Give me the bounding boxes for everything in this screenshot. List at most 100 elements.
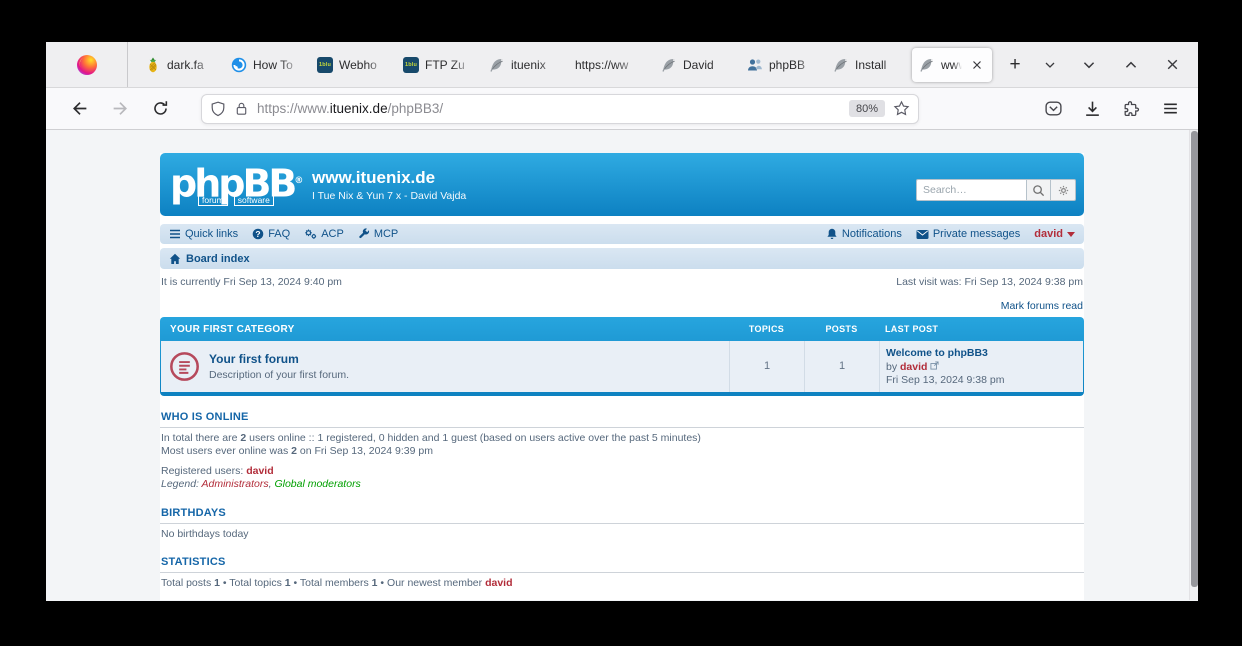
gear-icon xyxy=(1057,184,1070,197)
wrench-icon xyxy=(358,228,370,240)
pineapple-icon xyxy=(145,57,161,73)
lock-icon[interactable] xyxy=(234,101,249,116)
logo-text: phpBB xyxy=(170,162,294,206)
user-menu[interactable]: david xyxy=(1034,228,1075,240)
url-bar[interactable]: https://www.ituenix.de/phpBB3/ 80% xyxy=(201,94,919,124)
browser-window: dark.fa How To 1blu Webho 1blu FTP Zu xyxy=(46,42,1198,601)
1blu-icon: 1blu xyxy=(403,57,419,73)
acp-label: ACP xyxy=(321,228,344,240)
tab-ftp[interactable]: 1blu FTP Zu xyxy=(396,48,482,82)
tab-label: How To xyxy=(253,58,303,72)
phpbb-logo[interactable]: phpBB® forumsoftware xyxy=(170,163,300,206)
quick-links-label: Quick links xyxy=(185,228,238,240)
mcp-label: MCP xyxy=(374,228,398,240)
legend-administrators-link[interactable]: Administrators xyxy=(201,478,268,490)
tab-url[interactable]: https://ww xyxy=(568,48,654,82)
who-is-online-text: In total there are 2 users online :: 1 r… xyxy=(160,432,1084,459)
back-button[interactable] xyxy=(70,99,89,118)
url-text[interactable]: https://www.ituenix.de/phpBB3/ xyxy=(257,101,841,116)
extensions-puzzle-icon[interactable] xyxy=(1122,99,1141,118)
notifications-label: Notifications xyxy=(842,228,902,240)
category-title[interactable]: YOUR FIRST CATEGORY xyxy=(161,324,729,335)
acp-link[interactable]: ACP xyxy=(304,228,344,240)
new-tab-button[interactable]: + xyxy=(1000,50,1030,80)
mcp-link[interactable]: MCP xyxy=(358,228,398,240)
column-topics: TOPICS xyxy=(729,324,804,334)
gears-icon xyxy=(304,228,317,240)
tab-label: Webho xyxy=(339,58,389,72)
tab-label: https://ww xyxy=(575,58,647,72)
site-title: www.ituenix.de xyxy=(312,168,466,188)
forum-row: Your first forum Description of your fir… xyxy=(161,341,1083,392)
forum-description: Description of your first forum. xyxy=(209,369,349,381)
window-controls xyxy=(1081,57,1198,73)
tab-how-to[interactable]: How To xyxy=(224,48,310,82)
tab-label: phpBB xyxy=(769,58,819,72)
statistics-text: Total posts 1 • Total topics 1 • Total m… xyxy=(160,577,1084,591)
last-post-author-link[interactable]: david xyxy=(900,361,927,373)
envelope-icon xyxy=(916,229,929,240)
search-settings-button[interactable] xyxy=(1051,179,1076,201)
chevron-down-icon xyxy=(1067,232,1075,237)
tab-bar: dark.fa How To 1blu Webho 1blu FTP Zu xyxy=(46,42,1198,88)
list-all-tabs-button[interactable] xyxy=(1036,51,1064,79)
faq-label: FAQ xyxy=(268,228,290,240)
breadcrumb-bar: Board index xyxy=(160,248,1084,269)
tab-label: David xyxy=(683,58,733,72)
home-icon xyxy=(169,253,181,265)
forum-posts-count: 1 xyxy=(804,341,879,392)
private-messages-label: Private messages xyxy=(933,228,1020,240)
search-button[interactable] xyxy=(1026,179,1051,201)
search-input[interactable] xyxy=(916,179,1026,201)
tab-label: ituenix xyxy=(511,58,561,72)
newest-member-link[interactable]: david xyxy=(485,577,512,589)
private-messages-link[interactable]: Private messages xyxy=(916,228,1020,240)
quick-links-menu[interactable]: Quick links xyxy=(169,228,238,240)
breadcrumb-board-index[interactable]: Board index xyxy=(186,253,250,265)
faq-link[interactable]: ? FAQ xyxy=(252,228,290,240)
registered-user-link[interactable]: david xyxy=(246,465,273,477)
hamburger-menu-icon[interactable] xyxy=(1161,99,1180,118)
notifications-link[interactable]: Notifications xyxy=(826,228,902,240)
tab-webhosting[interactable]: 1blu Webho xyxy=(310,48,396,82)
zoom-level-badge[interactable]: 80% xyxy=(849,100,885,117)
scrollbar-thumb[interactable] xyxy=(1191,131,1198,587)
minimize-button[interactable] xyxy=(1081,57,1097,73)
navigation-toolbar: https://www.ituenix.de/phpBB3/ 80% xyxy=(46,88,1198,130)
pocket-icon[interactable] xyxy=(1044,99,1063,118)
tab-david[interactable]: David xyxy=(654,48,740,82)
current-time-text: It is currently Fri Sep 13, 2024 9:40 pm xyxy=(161,276,342,288)
svg-text:?: ? xyxy=(256,229,261,239)
last-post-title-link[interactable]: Welcome to phpBB3 xyxy=(886,347,1079,361)
tab-close-icon[interactable] xyxy=(969,57,985,73)
shield-icon[interactable] xyxy=(210,101,226,117)
tab-install[interactable]: Install xyxy=(826,48,912,82)
page-scrollbar[interactable] xyxy=(1189,130,1198,600)
tab-label: Install xyxy=(855,58,905,72)
download-icon[interactable] xyxy=(1083,99,1102,118)
close-window-button[interactable] xyxy=(1165,57,1180,72)
legend-global-moderators-link[interactable]: Global moderators xyxy=(274,478,360,490)
maximize-button[interactable] xyxy=(1123,57,1139,73)
last-post-time: Fri Sep 13, 2024 9:38 pm xyxy=(886,374,1079,388)
forum-navbar: Quick links ? FAQ ACP MCP Noti xyxy=(160,224,1084,244)
last-visit-text: Last visit was: Fri Sep 13, 2024 9:38 pm xyxy=(896,276,1083,288)
search-icon xyxy=(1032,184,1045,197)
forum-name-link[interactable]: Your first forum xyxy=(209,352,349,366)
forward-button[interactable] xyxy=(111,99,130,118)
firefox-menu-zone[interactable] xyxy=(46,42,128,87)
goto-post-icon[interactable] xyxy=(930,361,939,370)
tab-phpbb[interactable]: phpBB xyxy=(740,48,826,82)
tab-ituenix[interactable]: ituenix xyxy=(482,48,568,82)
tab-dark-fa[interactable]: dark.fa xyxy=(138,48,224,82)
mark-forums-read-link[interactable]: Mark forums read xyxy=(1001,300,1083,312)
tab-strip: dark.fa How To 1blu Webho 1blu FTP Zu xyxy=(128,42,1064,87)
bookmark-star-icon[interactable] xyxy=(893,100,910,117)
reload-button[interactable] xyxy=(152,100,169,117)
registered-users-text: Registered users: david Legend: Administ… xyxy=(160,465,1084,492)
phpbb-page: phpBB® forumsoftware www.ituenix.de I Tu… xyxy=(160,153,1084,600)
column-posts: POSTS xyxy=(804,324,879,334)
column-last-post: LAST POST xyxy=(879,324,1083,334)
forum-header: phpBB® forumsoftware www.ituenix.de I Tu… xyxy=(160,153,1084,216)
tab-active-www[interactable]: www xyxy=(912,48,992,82)
